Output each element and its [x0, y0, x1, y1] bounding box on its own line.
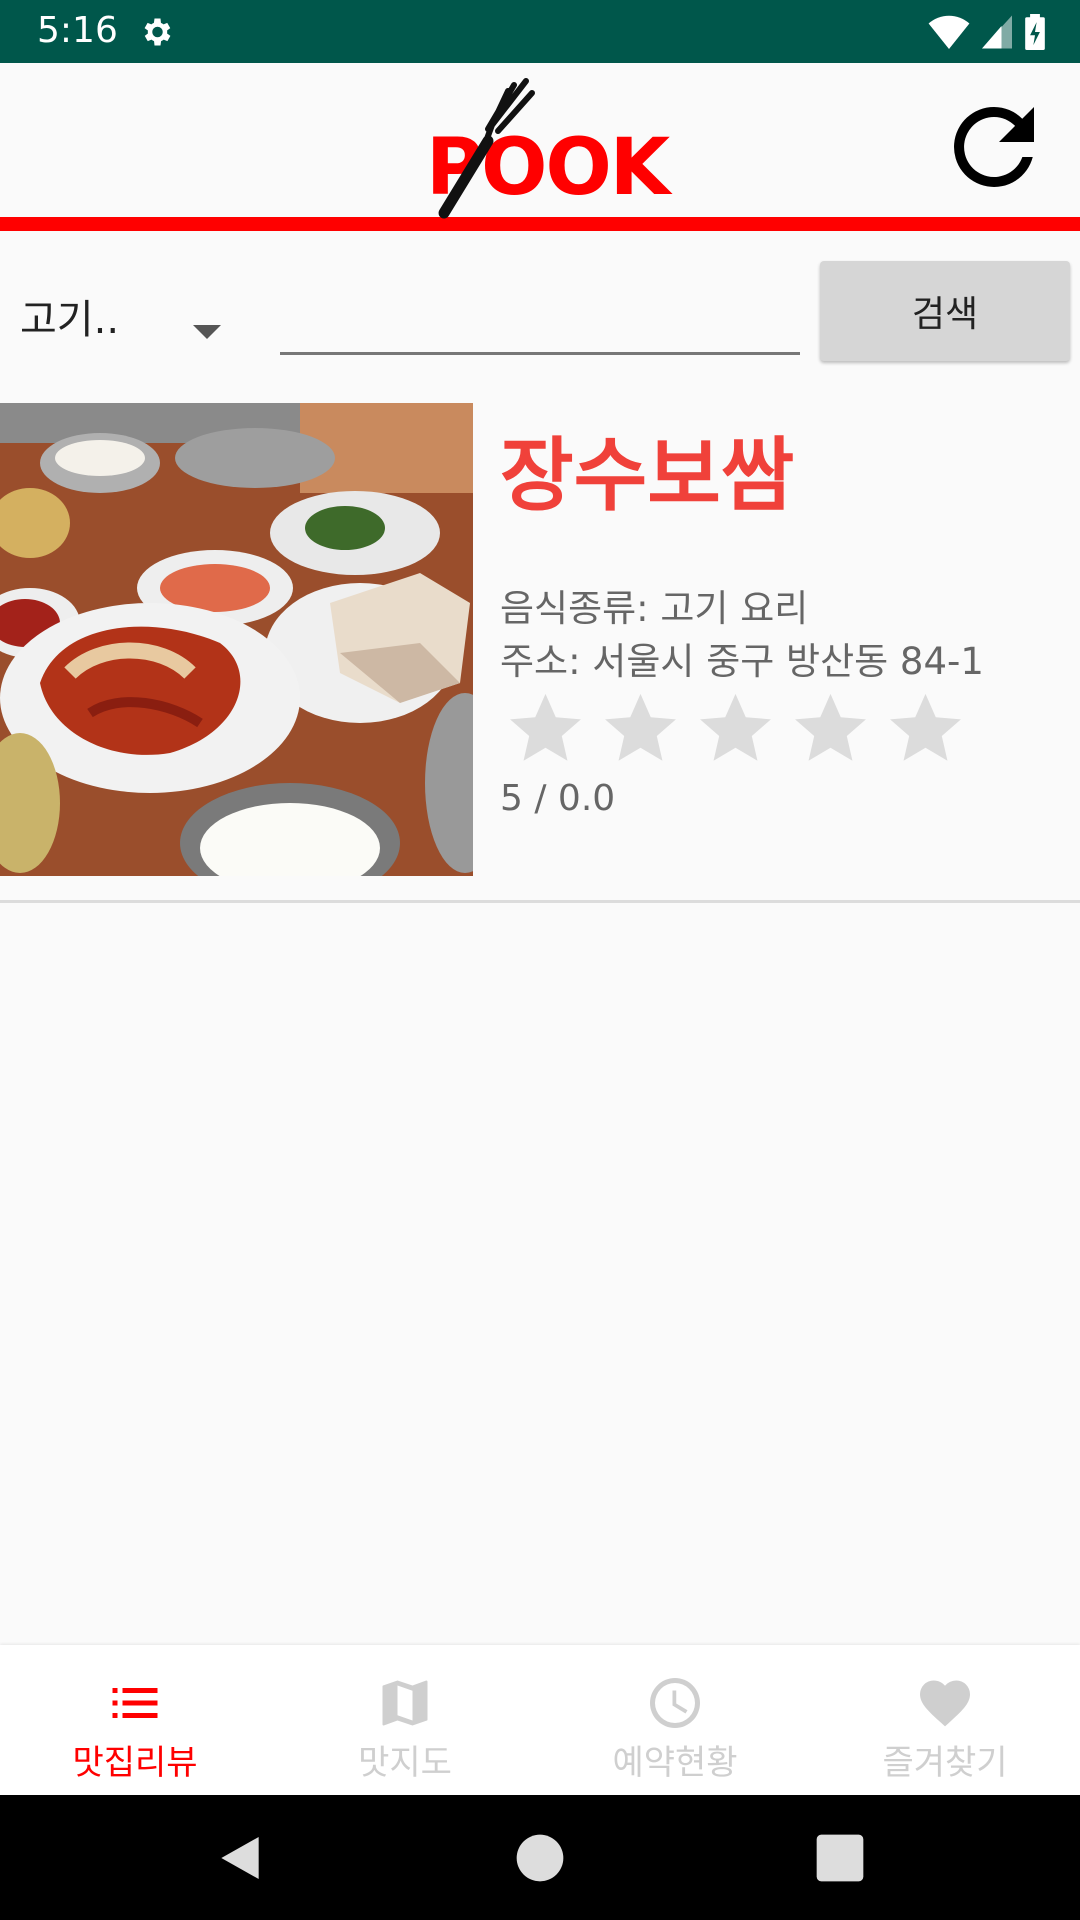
- food-type-text: 음식종류: 고기 요리: [500, 587, 809, 630]
- system-navigation-bar: [0, 1795, 1080, 1920]
- nav-label-restaurant-review: 맛집리뷰: [72, 1743, 198, 1783]
- battery-icon: [1025, 14, 1045, 50]
- star-icon: [700, 693, 771, 761]
- clock-icon: [650, 1678, 700, 1728]
- food-photo-illustration: [0, 403, 473, 876]
- nav-label-reservation-status: 예약현황: [612, 1743, 738, 1783]
- nav-item-reservation-status[interactable]: 예약현황: [540, 1645, 810, 1795]
- address-text: 주소: 서울시 중구 방산동 84-1: [500, 640, 984, 683]
- pook-logo: POOK: [426, 73, 670, 223]
- heart-icon: [920, 1680, 970, 1727]
- search-row: 고기.. 검색: [0, 245, 1080, 375]
- star-icon: [605, 693, 676, 761]
- rating-text: 5 / 0.0: [500, 778, 616, 819]
- category-selected-value: 고기..: [20, 297, 120, 343]
- star-icon: [890, 693, 961, 761]
- restaurant-photo: [0, 403, 473, 876]
- list-icon: [112, 1688, 158, 1718]
- star-icon: [510, 693, 581, 761]
- search-button[interactable]: 검색: [820, 261, 1070, 361]
- back-icon[interactable]: [212, 1830, 268, 1886]
- app-bar: POOK: [0, 63, 1080, 231]
- map-icon: [382, 1680, 428, 1726]
- cell-signal-icon: [982, 15, 1012, 49]
- dropdown-arrow-icon: [193, 325, 221, 339]
- settings-gear-icon: [144, 18, 171, 46]
- star-icon: [795, 693, 866, 761]
- restaurant-name: 장수보쌈: [500, 429, 795, 522]
- restaurant-card[interactable]: 장수보쌈 음식종류: 고기 요리 주소: 서울시 중구 방산동 84-1 5 /…: [0, 403, 1080, 903]
- refresh-icon[interactable]: [934, 87, 1054, 207]
- nav-item-favorites[interactable]: 즐겨찾기: [810, 1645, 1080, 1795]
- recents-icon[interactable]: [812, 1830, 868, 1886]
- rating-stars: [503, 685, 968, 770]
- wifi-icon: [928, 15, 970, 49]
- nav-label-favorites: 즐겨찾기: [882, 1743, 1008, 1783]
- home-icon[interactable]: [512, 1830, 568, 1886]
- status-time: 5:16: [37, 10, 118, 51]
- nav-item-restaurant-review[interactable]: 맛집리뷰: [0, 1645, 270, 1795]
- nav-label-food-map: 맛지도: [358, 1743, 452, 1783]
- search-input[interactable]: [280, 265, 800, 355]
- category-dropdown[interactable]: 고기..: [0, 265, 240, 355]
- nav-item-food-map[interactable]: 맛지도: [270, 1645, 540, 1795]
- status-bar: 5:16: [0, 0, 1080, 63]
- fork-icon: [438, 78, 535, 219]
- bottom-navigation: 맛집리뷰 맛지도 예약현황 즐겨찾기: [0, 1645, 1080, 1795]
